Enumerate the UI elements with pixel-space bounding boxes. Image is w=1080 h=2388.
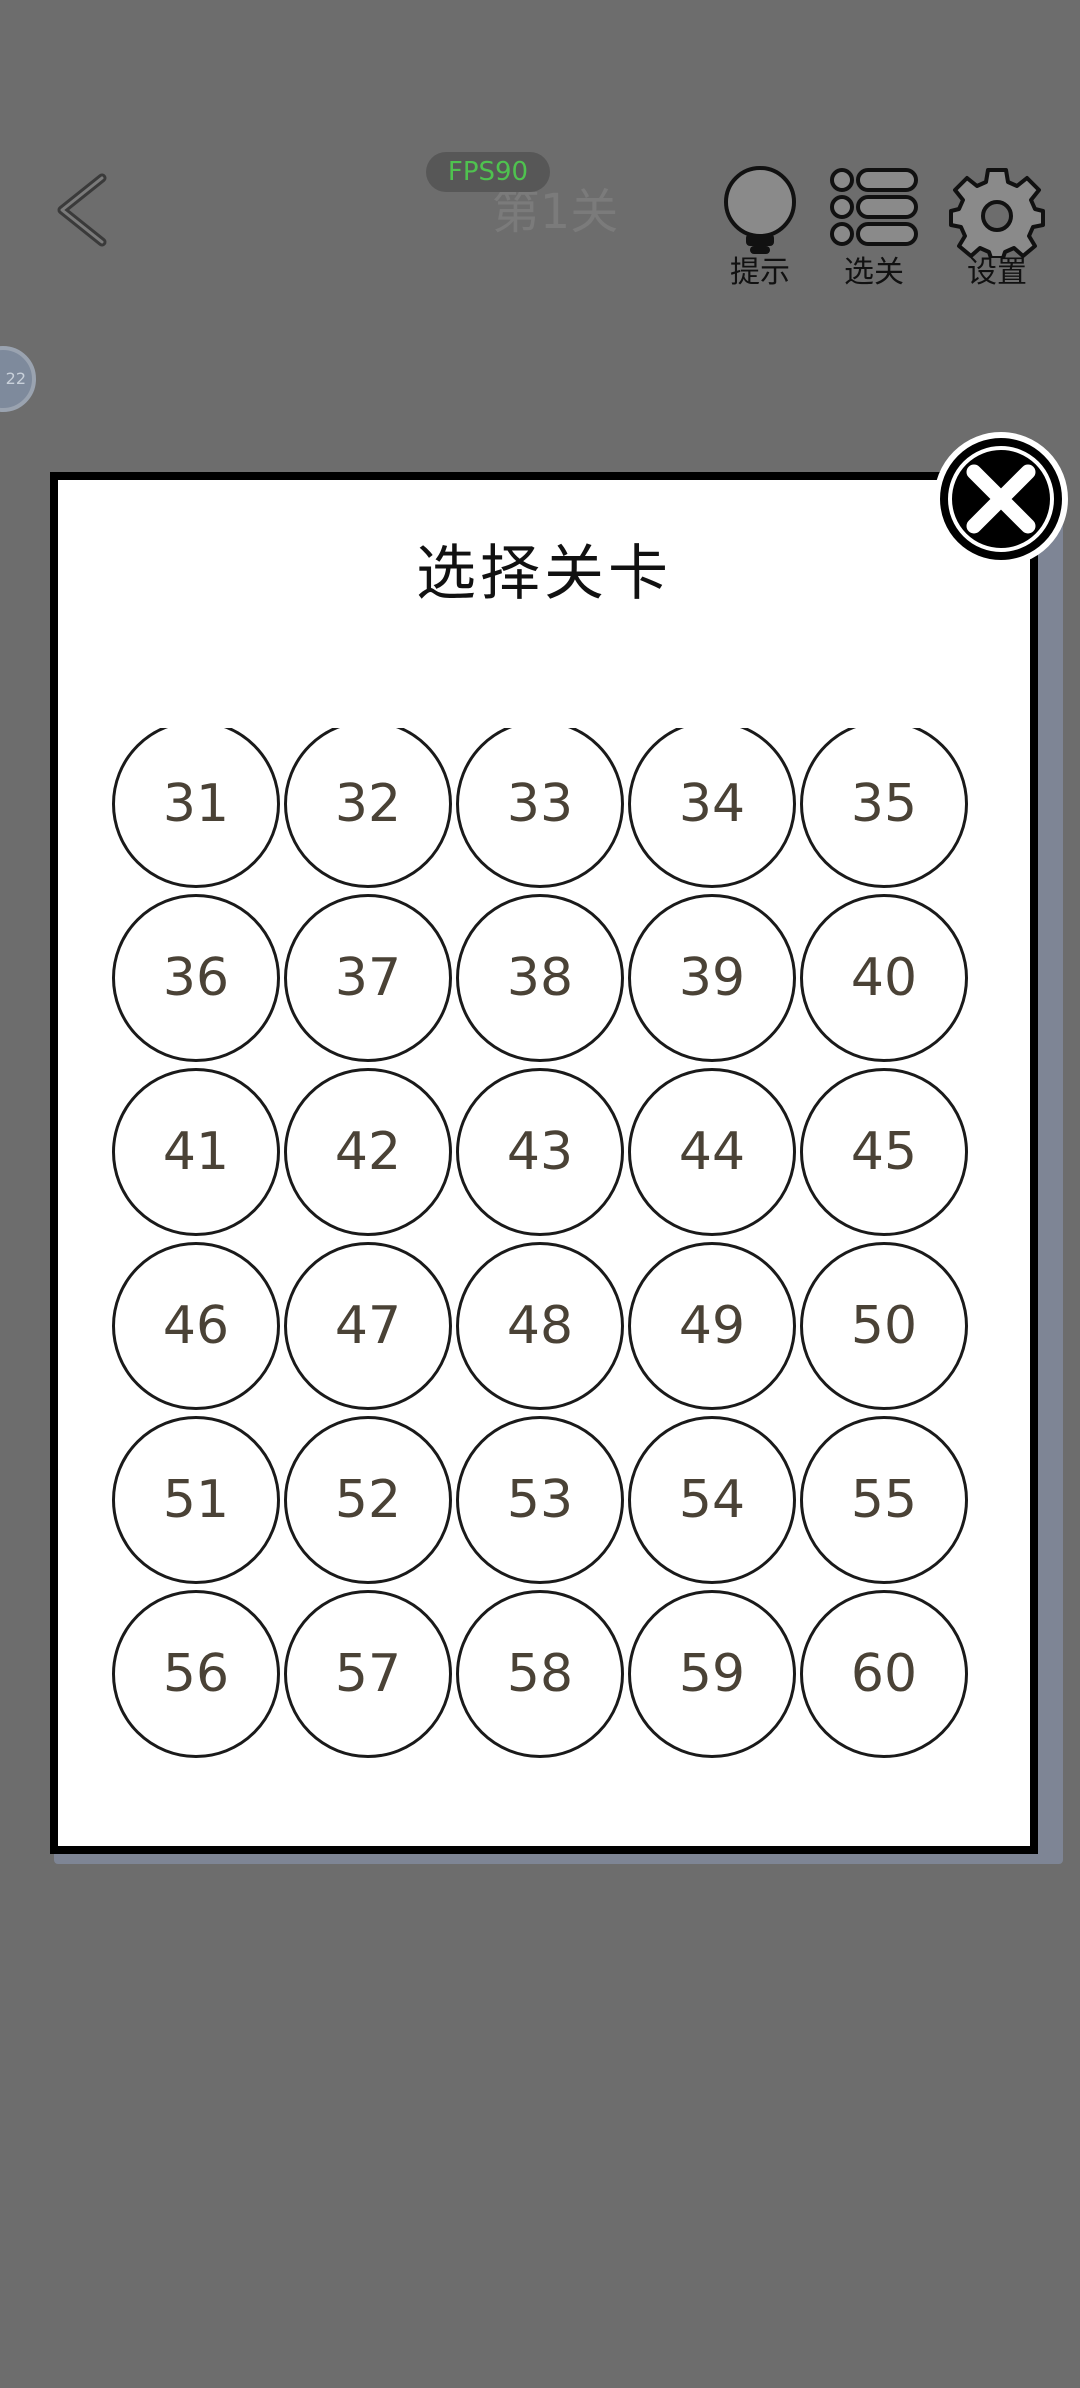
- level-button[interactable]: 37: [284, 894, 452, 1062]
- close-icon: [966, 464, 1036, 534]
- level-button[interactable]: 36: [112, 894, 280, 1062]
- level-button[interactable]: 33: [456, 728, 624, 888]
- level-button[interactable]: 40: [800, 894, 968, 1062]
- level-button[interactable]: 58: [456, 1590, 624, 1758]
- select-level-label: 选关: [844, 255, 904, 290]
- level-button[interactable]: 43: [456, 1068, 624, 1236]
- level-button[interactable]: 60: [800, 1590, 968, 1758]
- lightbulb-icon: [724, 166, 796, 254]
- level-button[interactable]: 57: [284, 1590, 452, 1758]
- settings-label: 设置: [967, 255, 1027, 290]
- dialog-title: 选择关卡: [416, 539, 672, 609]
- level-title: 第1关: [491, 184, 619, 240]
- level-button[interactable]: 46: [112, 1242, 280, 1410]
- level-button[interactable]: 49: [628, 1242, 796, 1410]
- level-button[interactable]: 38: [456, 894, 624, 1062]
- hint-label: 提示: [730, 255, 790, 290]
- side-badge[interactable]: 22: [0, 346, 36, 412]
- level-select-dialog: 选择关卡 31 32 33 34 35 36 37 38 39 40 41 42 43 44 45 46 47 4…: [50, 472, 1038, 1854]
- level-list-icon: [830, 168, 918, 246]
- level-button[interactable]: 53: [456, 1416, 624, 1584]
- level-grid[interactable]: 31 32 33 34 35 36 37 38 39 40 41 42 43 44 45 46 47 48 49 50…: [58, 728, 1046, 1768]
- level-button[interactable]: 32: [284, 728, 452, 888]
- level-button[interactable]: 54: [628, 1416, 796, 1584]
- gear-icon: [949, 168, 1045, 258]
- level-button[interactable]: 35: [800, 728, 968, 888]
- level-button[interactable]: 59: [628, 1590, 796, 1758]
- hint-button[interactable]: 提示: [706, 162, 814, 294]
- level-button[interactable]: 56: [112, 1590, 280, 1758]
- level-button[interactable]: 41: [112, 1068, 280, 1236]
- level-button[interactable]: 48: [456, 1242, 624, 1410]
- settings-button[interactable]: 设置: [943, 162, 1051, 294]
- select-level-button[interactable]: 选关: [820, 162, 928, 294]
- level-button[interactable]: 51: [112, 1416, 280, 1584]
- fps-badge: FPS90: [426, 152, 550, 192]
- level-button[interactable]: 34: [628, 728, 796, 888]
- level-button[interactable]: 47: [284, 1242, 452, 1410]
- back-arrow-icon: [57, 173, 107, 247]
- back-button[interactable]: [48, 170, 118, 250]
- close-button[interactable]: [934, 432, 1068, 566]
- level-button[interactable]: 45: [800, 1068, 968, 1236]
- level-button[interactable]: 52: [284, 1416, 452, 1584]
- level-button[interactable]: 55: [800, 1416, 968, 1584]
- level-button[interactable]: 42: [284, 1068, 452, 1236]
- level-button[interactable]: 50: [800, 1242, 968, 1410]
- level-button[interactable]: 31: [112, 728, 280, 888]
- level-button[interactable]: 39: [628, 894, 796, 1062]
- level-button[interactable]: 44: [628, 1068, 796, 1236]
